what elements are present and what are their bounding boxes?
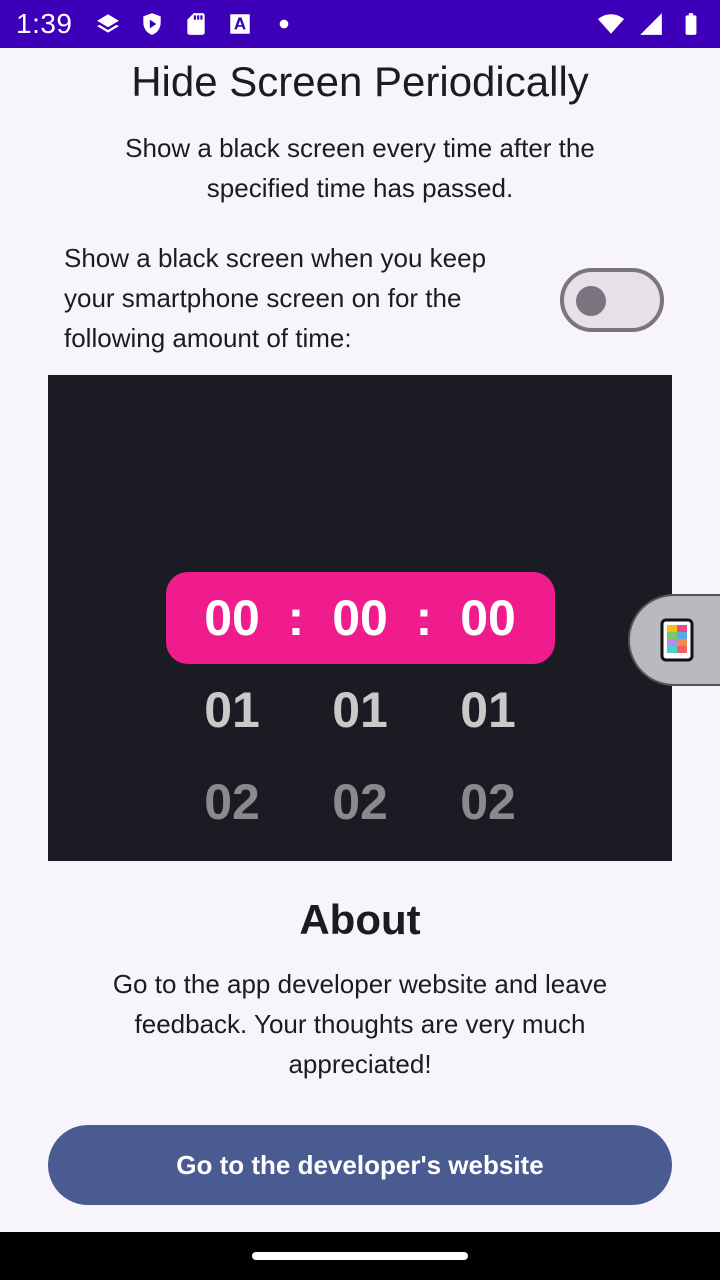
selected-time-row: 00 : 00 : 00 — [166, 572, 555, 664]
toggle-label: Show a black screen when you keep your s… — [64, 243, 487, 353]
wifi-icon — [598, 11, 624, 37]
hours-option[interactable]: 02 — [204, 773, 260, 831]
minutes-option[interactable]: 01 — [332, 681, 388, 739]
page-title: Hide Screen Periodically — [131, 58, 589, 105]
time-separator: : — [287, 590, 305, 646]
time-picker[interactable]: 00 : 00 : 00 01 01 01 02 02 02 — [48, 375, 672, 861]
notification-icons — [95, 11, 297, 37]
shield-play-icon — [139, 11, 165, 37]
switch-thumb — [576, 286, 606, 316]
next-time-row-2: 02 02 02 — [166, 756, 555, 848]
signal-icon — [638, 11, 664, 37]
next-time-row: 01 01 01 — [166, 664, 555, 756]
navigation-bar — [0, 1232, 720, 1280]
hours-option[interactable]: 01 — [204, 681, 260, 739]
battery-icon — [678, 11, 704, 37]
hours-selected[interactable]: 00 — [204, 589, 260, 647]
dot-icon — [271, 11, 297, 37]
home-gesture-handle[interactable] — [252, 1252, 468, 1260]
seconds-option[interactable]: 02 — [460, 773, 516, 831]
black-screen-toggle-row: Show a black screen when you keep your s… — [64, 238, 664, 358]
page-subtitle: Show a black screen every time after the… — [125, 133, 595, 203]
about-text: Go to the app developer website and leav… — [112, 969, 608, 1079]
sd-card-icon — [183, 11, 209, 37]
black-screen-switch[interactable] — [560, 268, 664, 332]
floating-app-bubble[interactable] — [628, 594, 720, 686]
status-time: 1:39 — [16, 8, 73, 39]
system-icons — [598, 11, 704, 37]
layers-icon — [95, 11, 121, 37]
about-title: About — [299, 896, 421, 943]
font-a-icon — [227, 11, 253, 37]
minutes-option[interactable]: 02 — [332, 773, 388, 831]
time-separator: : — [415, 590, 433, 646]
minutes-selected[interactable]: 00 — [332, 589, 388, 647]
status-bar: 1:39 — [0, 0, 720, 48]
seconds-option[interactable]: 01 — [460, 681, 516, 739]
seconds-selected[interactable]: 00 — [460, 589, 516, 647]
phone-palette-icon — [660, 618, 694, 662]
developer-website-button[interactable]: Go to the developer's website — [48, 1125, 672, 1205]
